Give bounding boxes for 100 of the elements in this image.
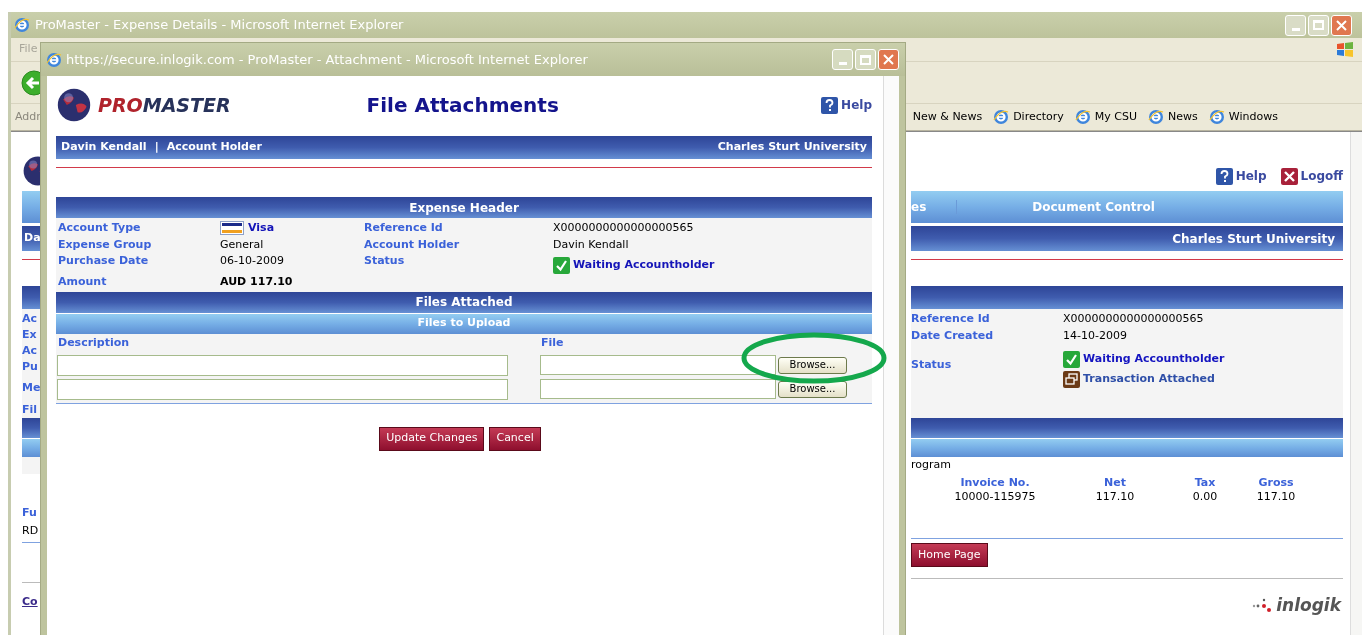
browse-button[interactable]: Browse... xyxy=(778,356,847,374)
field-value: General xyxy=(220,236,264,253)
favorites-link[interactable]: News xyxy=(1147,108,1198,126)
field-value: 06-10-2009 xyxy=(220,253,284,269)
favorites-link[interactable]: My CSU xyxy=(1073,108,1138,126)
help-link[interactable]: Help xyxy=(841,96,872,114)
favorites-link[interactable]: New & News xyxy=(912,108,983,126)
browser-icon xyxy=(13,16,31,34)
file-field[interactable] xyxy=(540,379,776,399)
table-cell-text: 117.10 xyxy=(1094,490,1136,504)
browser-icon xyxy=(45,50,63,69)
update-button[interactable]: Update Changes xyxy=(379,426,485,451)
help-icon xyxy=(821,96,839,114)
field-label: Account Holder xyxy=(364,236,460,253)
close-icon xyxy=(883,54,894,65)
user-label: Da xyxy=(23,230,41,247)
scrollbar[interactable] xyxy=(883,76,899,635)
browser-icon xyxy=(1147,108,1166,126)
logoff-icon xyxy=(1280,167,1298,185)
credit-card-icon xyxy=(220,221,244,236)
field-label: Status xyxy=(911,357,953,373)
field-label: Me xyxy=(22,380,40,396)
status-link[interactable]: Waiting Accountholder xyxy=(573,257,715,274)
details-panel xyxy=(22,457,40,474)
field-value: 14-10-2009 xyxy=(1063,328,1127,345)
field-value: X0000000000000000565 xyxy=(1063,311,1204,328)
field-label: Fil xyxy=(22,402,39,418)
window-title: ProMaster - Expense Details - Microsoft Internet Explorer xyxy=(35,16,404,35)
description-text: rogram xyxy=(911,457,951,474)
home-page-button[interactable]: Home Page xyxy=(911,543,988,567)
organisation-name: Charles Sturt University xyxy=(717,139,867,156)
windows-logo-icon xyxy=(1336,41,1354,58)
field-value: Davin Kendall xyxy=(553,236,629,253)
column-header: File xyxy=(541,335,564,351)
windows-icon xyxy=(1063,371,1080,388)
footer-link[interactable]: Co xyxy=(22,594,40,611)
section-header: Expense Header xyxy=(56,197,872,218)
field-value: AUD 117.10 xyxy=(220,274,293,291)
globe-icon xyxy=(56,87,92,123)
field-value: RD xyxy=(22,523,40,539)
column-header: Description xyxy=(57,335,131,351)
organisation-name: Charles Sturt University xyxy=(1172,230,1335,248)
minimize-button[interactable] xyxy=(832,49,853,70)
section-header xyxy=(22,286,40,309)
window-title: https://secure.inlogik.com - ProMaster - Attachment - Microsoft Internet Explorer xyxy=(66,50,588,69)
favorites-link[interactable]: Windows xyxy=(1207,108,1278,126)
field-value: Visa xyxy=(248,220,275,236)
table-cell-text: 10000-115975 xyxy=(953,490,1037,504)
user-name: Davin Kendall xyxy=(61,139,147,156)
browser-icon xyxy=(1073,108,1092,126)
column-header: Tax xyxy=(1193,476,1217,490)
maximize-button[interactable] xyxy=(855,49,876,70)
description-field[interactable] xyxy=(57,378,508,400)
field-label: Ex xyxy=(22,327,38,343)
subsection-header: Files to Upload xyxy=(56,313,872,334)
navigation-bar xyxy=(22,191,40,223)
scrollbar[interactable] xyxy=(1350,132,1362,635)
field-label: Account Type xyxy=(58,220,141,236)
minimize-button[interactable] xyxy=(1285,14,1306,36)
field-label: Status xyxy=(364,253,405,269)
status-link[interactable]: Transaction Attached xyxy=(1083,371,1215,388)
close-button[interactable] xyxy=(878,49,899,70)
field-label: Reference Id xyxy=(911,311,991,328)
field-label: Ac xyxy=(22,343,39,359)
field-label: Fu xyxy=(22,505,38,521)
table-cell-text: 0.00 xyxy=(1191,490,1219,504)
page-heading: File Attachments xyxy=(366,92,559,119)
checkmark-icon xyxy=(1063,351,1080,368)
brand-logo: MASTER xyxy=(142,92,231,118)
maximize-button[interactable] xyxy=(1308,14,1329,36)
help-link[interactable]: Help xyxy=(1235,167,1267,185)
field-label: Ac xyxy=(22,311,39,327)
section-header: Files Attached xyxy=(56,291,872,313)
close-button[interactable] xyxy=(1331,14,1352,36)
section-header xyxy=(22,418,40,438)
cancel-button[interactable]: Cancel xyxy=(489,426,541,451)
column-header: Net xyxy=(1103,476,1127,490)
checkmark-icon xyxy=(553,256,570,274)
user-role: Account Holder xyxy=(166,139,262,156)
separator-text: | xyxy=(154,139,159,156)
file-field[interactable] xyxy=(540,355,776,375)
subsection-header xyxy=(22,439,40,457)
field-value: X0000000000000000565 xyxy=(553,220,694,236)
field-label: Purchase Date xyxy=(58,253,149,269)
status-link[interactable]: Waiting Accountholder xyxy=(1083,351,1225,368)
brand-logo: PRO xyxy=(98,92,143,118)
browser-icon xyxy=(992,108,1011,126)
column-header: Invoice No. xyxy=(959,476,1031,490)
close-icon xyxy=(1336,19,1347,31)
field-label: Date Created xyxy=(911,328,995,345)
field-label: Reference Id xyxy=(364,220,443,236)
logoff-link[interactable]: Logoff xyxy=(1300,167,1343,185)
help-icon xyxy=(1215,167,1233,185)
field-label: Expense Group xyxy=(58,236,152,253)
favorites-link[interactable]: Directory xyxy=(992,108,1064,126)
column-header: Gross xyxy=(1257,476,1295,490)
field-label: Pu xyxy=(22,359,39,375)
description-field[interactable] xyxy=(57,354,508,376)
table-cell-text: 117.10 xyxy=(1255,490,1297,504)
field-label: Amount xyxy=(58,274,108,291)
